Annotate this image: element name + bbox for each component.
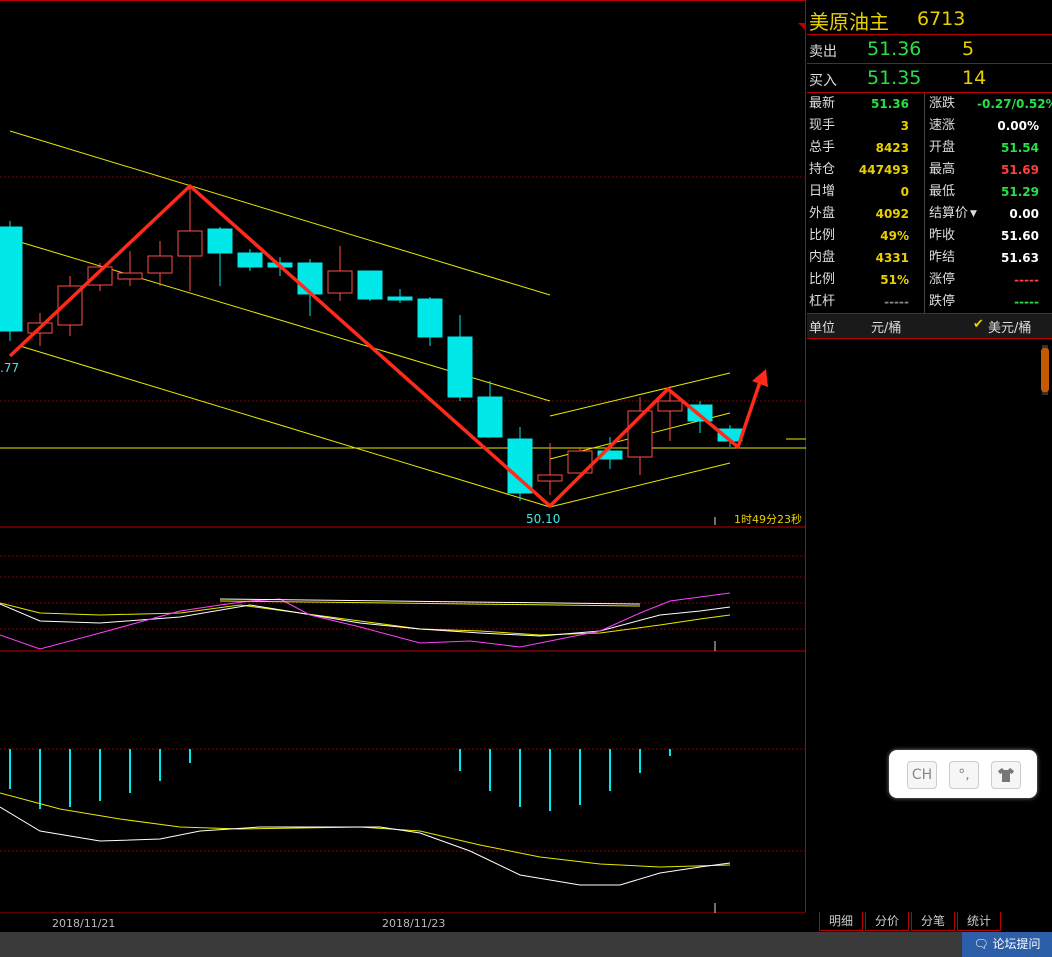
stat-value: 4092 [875,207,909,221]
candle [237,252,263,268]
tab-detail[interactable]: 明细 [819,912,863,931]
unit-selector[interactable]: 单位 元/桶 ✔ 美元/桶 [807,314,1052,339]
candle [147,255,173,274]
sell-label: 卖出 [809,44,837,60]
candle [357,270,383,300]
buy-row[interactable]: 买入 51.35 14 [807,64,1052,93]
stat-value: 51.29 [1001,185,1039,199]
chart-area[interactable]: .77 50.10 1时49分23秒 [0,0,806,913]
buy-price: 51.35 [867,67,922,89]
stat-label: 比例 [809,228,836,243]
x-tick-label-2: 2018/11/23 [382,917,446,930]
chat-icon: 🗨 [973,937,989,951]
stat-value: ----- [1014,295,1039,309]
buy-label: 买入 [809,73,837,89]
stat-label: 最新 [809,96,836,111]
candle [657,400,683,412]
stat-label: 杠杆 [809,294,836,309]
unit-option-usd[interactable]: 美元/桶 [988,317,1031,336]
stat-value: 51% [880,273,909,287]
stat-value: 4331 [875,251,909,265]
tab-statistics[interactable]: 统计 [957,912,1001,931]
stat-value: ----- [884,295,909,309]
status-footer: 🗨 论坛提问 [0,932,1052,957]
stat-value: 49% [880,229,909,243]
unit-label: 单位 [809,321,836,336]
shirt-icon[interactable] [991,761,1021,789]
high-annotation: .77 [0,361,19,375]
ch-button[interactable]: CH [907,761,937,789]
tab-price-distribution[interactable]: 分价 [865,912,909,931]
candle [417,298,443,338]
stat-value: 51.60 [1001,229,1039,243]
stat-value: -0.27/0.52% [977,97,1052,111]
scrollbar-thumb[interactable] [1041,348,1049,392]
kline-chart[interactable]: .77 50.10 1时49分23秒 [0,1,806,913]
candle [117,272,143,280]
sell-price: 51.36 [867,38,922,60]
stat-label: 昨收 [929,228,956,243]
stat-value: 51.54 [1001,141,1039,155]
stat-label: 日增 [809,184,836,199]
candle [207,228,233,254]
low-annotation: 50.10 [526,512,560,526]
stat-value: 51.36 [871,97,909,111]
stat-label: 开盘 [929,140,956,155]
stat-label: 涨跌 [929,96,956,111]
stat-value: 3 [900,119,909,133]
candle [537,474,563,482]
stat-value: 0.00 [1009,207,1039,221]
stat-label: 比例 [809,272,836,287]
tab-tick[interactable]: 分笔 [911,912,955,931]
stat-value: 0.00% [997,119,1039,133]
candle [477,396,503,438]
stat-value: 8423 [875,141,909,155]
stat-label: 总手 [809,140,836,155]
stat-value: ----- [1014,273,1039,287]
candle [327,270,353,294]
stat-label: 昨结 [929,250,956,265]
stat-value: 51.69 [1001,163,1039,177]
stat-label: 内盘 [809,250,836,265]
stat-label: 速涨 [929,118,956,133]
candle [297,262,323,295]
countdown-label: 1时49分23秒 [734,512,802,526]
stat-label: 外盘 [809,206,836,221]
forum-button-label: 论坛提问 [992,937,1041,951]
stat-label: 结算价 [929,206,969,221]
stat-value: 51.63 [1001,251,1039,265]
stat-value: 0 [900,185,909,199]
quote-stats-grid: 最新 51.36 现手 3 总手 8423 持仓 447493 日增 0 外盘 4092 比例 49% 内盘… [807,93,1052,314]
stat-label: 现手 [809,118,836,133]
candle [0,226,23,332]
unit-option-yuan[interactable]: 元/桶 [871,317,901,336]
instrument-code: 6713 [917,8,966,30]
candle [177,230,203,257]
dropdown-arrow-icon[interactable]: ▼ [970,203,977,225]
column-divider [924,93,925,313]
ime-toolbar: CH °, [889,750,1037,798]
stat-label: 涨停 [929,272,956,287]
x-tick-label-1: 2018/11/21 [52,917,116,930]
forum-question-button[interactable]: 🗨 论坛提问 [962,932,1052,957]
candle [447,336,473,398]
candle [387,296,413,301]
stat-label: 跌停 [929,294,956,309]
stat-label: 最低 [929,184,956,199]
stat-label: 持仓 [809,162,836,177]
stat-value: 447493 [858,163,909,177]
instrument-name: 美原油主 [809,10,889,34]
punctuation-button[interactable]: °, [949,761,979,789]
sell-row[interactable]: 卖出 51.36 5 [807,35,1052,64]
candles [0,186,743,501]
buy-volume: 14 [962,67,987,89]
stat-label: 最高 [929,162,956,177]
check-icon: ✔ [973,317,984,332]
sell-volume: 5 [962,38,975,60]
detail-tabs: 明细 分价 分笔 统计 [807,912,1052,932]
quote-title-bar: 美原油主 6713 [807,0,1052,35]
